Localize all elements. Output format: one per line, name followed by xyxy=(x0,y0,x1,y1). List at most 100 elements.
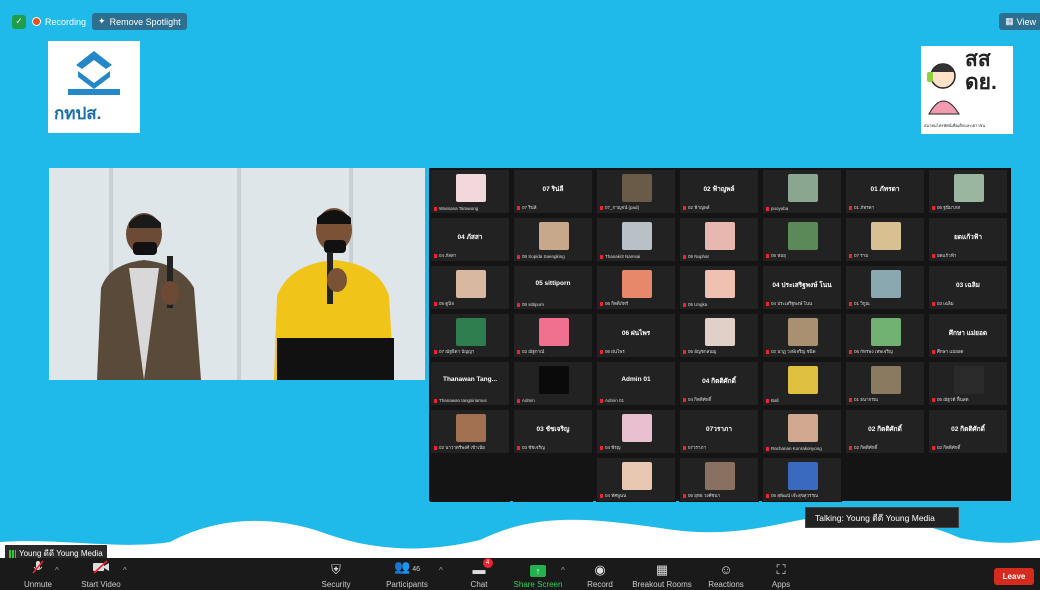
participant-tile[interactable]: 02 นาวาตรีพงศ์ เข้าเนีย xyxy=(430,409,510,454)
participant-tile[interactable]: 05 อัญชกลนญ xyxy=(679,313,759,358)
security-shield-icon[interactable]: ✓ xyxy=(12,14,26,29)
participant-tile[interactable]: 02 กิตติศักดิ์ 02 กิตติศักดิ์ xyxy=(845,409,925,454)
security-label: Security xyxy=(321,580,351,589)
share-caret-icon[interactable]: ^ xyxy=(561,566,565,575)
participant-tile[interactable]: Admin 01 Admin 01 xyxy=(596,361,676,406)
spotlight-video[interactable] xyxy=(49,168,425,380)
participant-name-label: 03 ชัชเจริญ xyxy=(517,444,590,451)
apps-button[interactable]: ⛶ Apps xyxy=(768,558,794,590)
unmute-button[interactable]: Unmute xyxy=(20,558,56,590)
participant-tile[interactable] xyxy=(513,457,593,502)
participant-tile[interactable]: 03 เฉลิม 03 เฉลิม xyxy=(928,265,1008,310)
participant-name-label: 07 ราม xyxy=(849,252,922,259)
participant-tile[interactable]: 04 กิตติศักดิ์ 04 กิตติศักดิ์ xyxy=(679,361,759,406)
logo-left-text: กทปส. xyxy=(54,104,102,123)
leave-button[interactable]: Leave xyxy=(994,568,1034,585)
grid-icon: ▦ xyxy=(1005,16,1014,26)
participant-tile[interactable]: 07_กาญจน์ (pad) xyxy=(596,169,676,214)
participant-tile[interactable]: Rachanan Konrakonyong xyxy=(762,409,842,454)
participant-tile[interactable]: Thanawan Tang... Thanawan tangsiriamus xyxy=(430,361,510,406)
participant-tile[interactable]: 07 ณัฐธิดา ปัญญา xyxy=(430,313,510,358)
participant-tile[interactable]: 03 ชัชเจริญ 03 ชัชเจริญ xyxy=(513,409,593,454)
participant-name-label: Rachanan Konrakonyong xyxy=(766,446,839,451)
recording-indicator[interactable]: Recording xyxy=(32,17,86,27)
participant-tile[interactable]: 05 Ungka xyxy=(679,265,759,310)
participant-photo xyxy=(622,414,652,442)
participant-name-label: 07 ริน่ลี xyxy=(517,204,590,211)
remove-spotlight-button[interactable]: ✦ Remove Spotlight xyxy=(92,13,187,30)
record-button[interactable]: ◉ Record xyxy=(584,558,616,590)
participant-tile[interactable]: Wassana Tarawong xyxy=(430,169,510,214)
participant-tile[interactable]: 01 วิกูณ xyxy=(845,265,925,310)
participant-tile[interactable]: 04 ประเสริฐพงษ์ โนน 04 ประเสริฐพงษ์ โนน xyxy=(762,265,842,310)
active-speaker-name: Young ดีดี Young Media xyxy=(19,549,103,558)
participant-tile[interactable]: ยดแก้วฟ้า ยดแก้วฟ้า xyxy=(928,217,1008,262)
video-options-caret-icon[interactable]: ^ xyxy=(123,566,127,575)
breakout-label: Breakout Rooms xyxy=(632,580,692,589)
participant-name-label: 02 ฟ้าญพล์ xyxy=(683,204,756,211)
participant-name-label: 04 กิตติศักดิ์ xyxy=(683,396,756,403)
participant-tile[interactable]: pooyuba xyxy=(762,169,842,214)
chat-button[interactable]: ▬ 4 Chat xyxy=(466,558,493,590)
participant-tile[interactable]: 02 กิตติศักดิ์ 02 กิตติศักดิ์ xyxy=(928,409,1008,454)
participant-tile[interactable]: 05 Sopida Saengking xyxy=(513,217,593,262)
participant-tile[interactable]: 07 ราม xyxy=(845,217,925,262)
participant-tile[interactable]: ศึกษา แม่ยอด ศึกษา แม่ยอด xyxy=(928,313,1008,358)
participant-tile[interactable]: 06 กิตติภัทร์ xyxy=(596,265,676,310)
participant-tile[interactable]: 05 ฐนีมาภส xyxy=(928,169,1008,214)
participant-name-label: 05 สุพัฒน์ เจ๊ะสุขสุวรรณ xyxy=(766,492,839,499)
breakout-grid-icon: ▦ xyxy=(655,562,669,577)
reactions-button[interactable]: ☺ Reactions xyxy=(706,558,746,590)
breakout-rooms-button[interactable]: ▦ Breakout Rooms xyxy=(630,558,694,590)
participant-tile[interactable]: 05 ณัฐวดี ฟื้นสด xyxy=(928,361,1008,406)
security-button[interactable]: ⛨ Security xyxy=(316,558,356,590)
participant-tile[interactable]: 05 ยุทธ วงศ์ชนา xyxy=(679,457,759,502)
apps-icon: ⛶ xyxy=(776,562,786,577)
participant-name-label: 03 เฉลิม xyxy=(932,300,1005,307)
participant-tile[interactable] xyxy=(430,457,510,502)
participant-tile[interactable]: 02 ฟ้าญพล์ 02 ฟ้าญพล์ xyxy=(679,169,759,214)
share-screen-button[interactable]: ↑ Share Screen xyxy=(512,558,564,590)
participant-tile[interactable]: 04 พีรญ xyxy=(596,409,676,454)
participant-photo xyxy=(622,174,652,202)
participant-tile[interactable]: 07วราภา 07วราภา xyxy=(679,409,759,454)
participant-tile[interactable]: 02 นาฏ วงษ์เจริญ ชนิด xyxy=(762,313,842,358)
participant-photo xyxy=(954,174,984,202)
logo-ssdy: สส ดย. สมาคมโทรทัศน์เพื่อเด็กและเยาวชน xyxy=(921,46,1013,134)
participant-tile[interactable]: Admin xyxy=(513,361,593,406)
view-button[interactable]: ▦ View xyxy=(999,13,1040,30)
participant-tile[interactable]: 05 ตูนิจ xyxy=(430,265,510,310)
participants-gallery: Wassana Tarawong 07 ริน่ลี 07 ริน่ลี 07_กาญ… xyxy=(429,168,1011,502)
participant-tile[interactable]: 04 ทัศพูนน xyxy=(596,457,676,502)
participant-display-name: 01 ภัทรดา xyxy=(870,186,900,193)
participant-tile[interactable]: 06 ฝนไพร 06 ฝนไพร xyxy=(596,313,676,358)
participant-tile[interactable]: 01 ธนากรณ xyxy=(845,361,925,406)
meeting-toolbar: Unmute ^ Start Video ^ ⛨ Security 👥 46 Pa… xyxy=(0,558,1040,590)
participant-tile[interactable]: 02 ณัฐกาณ์ xyxy=(513,313,593,358)
participant-tile[interactable]: 05 สุพัฒน์ เจ๊ะสุขสุวรรณ xyxy=(762,457,842,502)
participant-name-label: Thanawan tangsiriamus xyxy=(434,398,507,403)
participant-display-name: 02 กิตติศักดิ์ xyxy=(951,426,985,433)
participant-tile[interactable]: 01 ภัทรดา 01 ภัทรดา xyxy=(845,169,925,214)
participant-tile[interactable]: 05 sittiporn 05 sittiporn xyxy=(513,265,593,310)
participant-tile[interactable]: 05 Nuphat xyxy=(679,217,759,262)
participant-tile[interactable]: Ball xyxy=(762,361,842,406)
participant-photo xyxy=(539,318,569,346)
participant-name-label: 07_กาญจน์ (pad) xyxy=(600,204,673,211)
participant-photo xyxy=(954,366,984,394)
participants-caret-icon[interactable]: ^ xyxy=(439,566,443,575)
participant-name-label: ยดแก้วฟ้า xyxy=(932,252,1005,259)
participant-tile[interactable]: 07 ริน่ลี 07 ริน่ลี xyxy=(513,169,593,214)
participant-photo xyxy=(622,462,652,490)
audio-options-caret-icon[interactable]: ^ xyxy=(55,566,59,575)
participant-tile[interactable]: 06 กัทรพง เทพเจริญ xyxy=(845,313,925,358)
start-video-button[interactable]: Start Video xyxy=(78,558,124,590)
participant-tile[interactable]: 04 ภัสสา 04 ภัสสา xyxy=(430,217,510,262)
participants-icon: 👥 46 xyxy=(394,559,420,574)
participant-tile[interactable]: Thanakrit Namsai xyxy=(596,217,676,262)
record-icon: ◉ xyxy=(594,562,606,577)
participants-button[interactable]: 👥 46 Participants xyxy=(382,558,432,590)
participant-name-label: 07 ณัฐธิดา ปัญญา xyxy=(434,348,507,355)
participant-name-label: 05 ตูนิจ xyxy=(434,300,507,307)
participant-tile[interactable]: 05 หมยุ xyxy=(762,217,842,262)
